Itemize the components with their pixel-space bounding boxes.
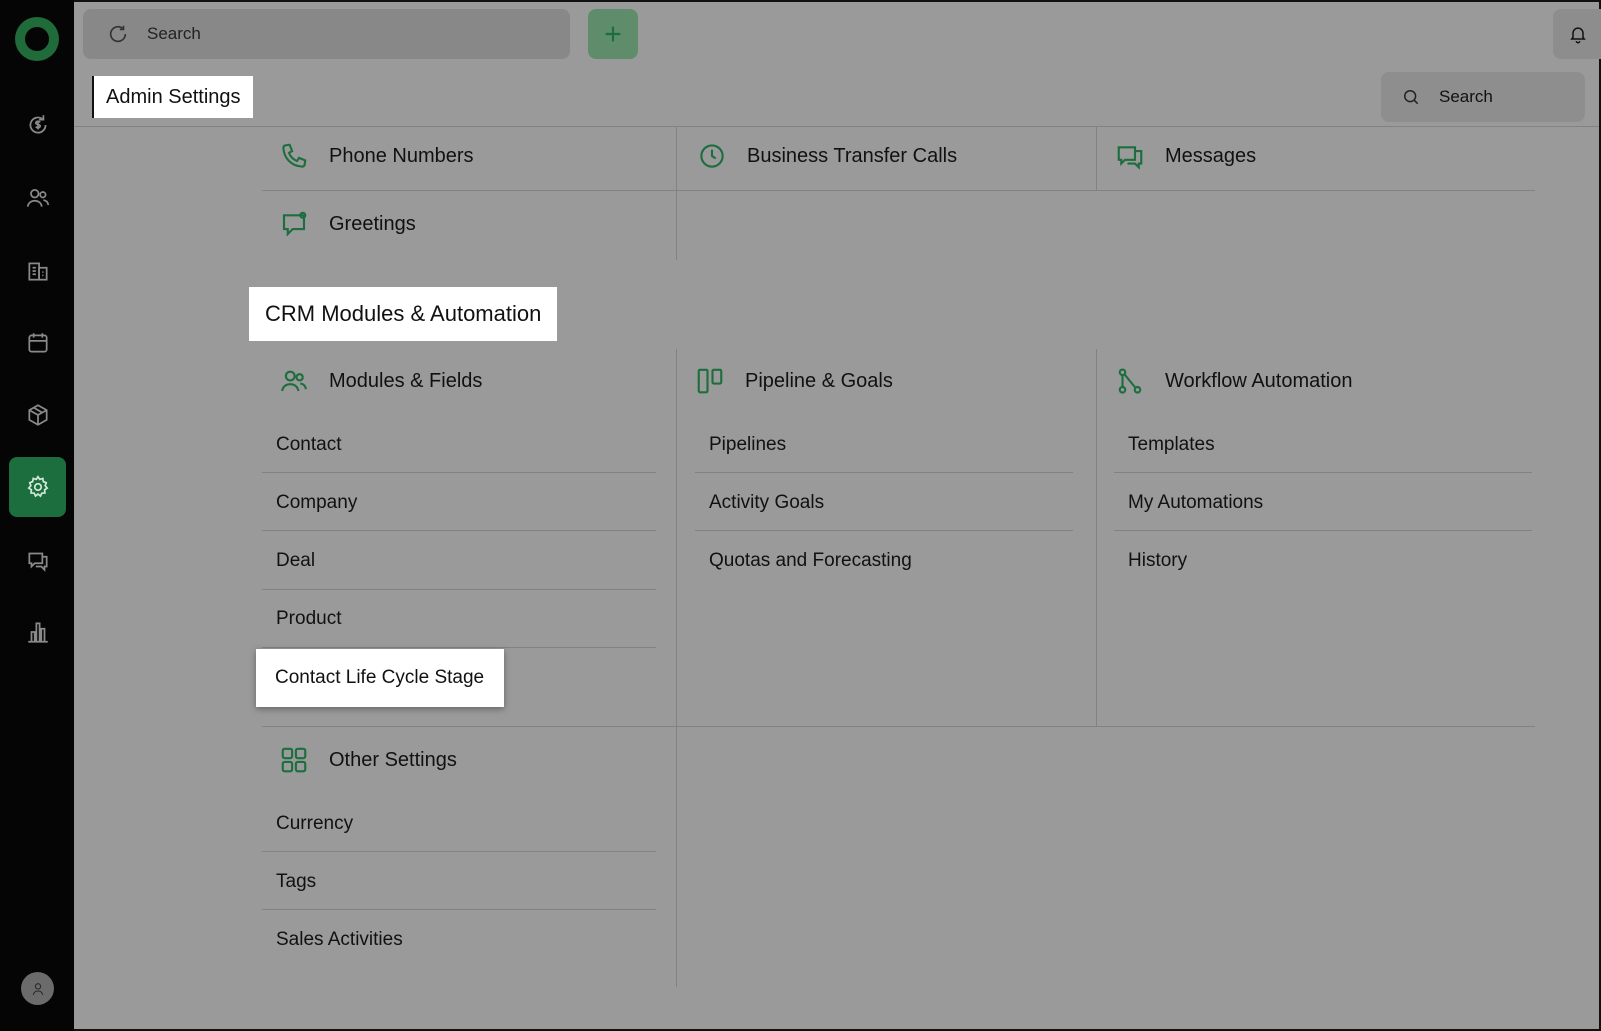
global-search-label: Search [147, 24, 201, 43]
modules-fields-heading[interactable]: Modules & Fields [279, 366, 482, 396]
pipeline-item-quotas-forecasting[interactable]: Quotas and Forecasting [709, 550, 912, 572]
greetings-label: Greetings [329, 212, 416, 235]
other-item-currency[interactable]: Currency [276, 813, 353, 835]
chat-bubbles-icon [27, 552, 48, 572]
row-divider [695, 472, 1073, 473]
modules-item-product[interactable]: Product [276, 608, 341, 630]
pipeline-item-pipelines[interactable]: Pipelines [709, 434, 786, 456]
crm-section-title: CRM Modules & Automation [249, 287, 558, 341]
settings-search-label: Search [1439, 87, 1493, 106]
add-button[interactable] [588, 9, 638, 59]
modules-item-contact[interactable]: Contact [276, 434, 341, 456]
building-icon [27, 262, 48, 281]
row-divider [262, 472, 656, 473]
search-refresh-icon [109, 25, 127, 43]
page-title: Admin Settings [92, 76, 253, 118]
other-settings-label: Other Settings [329, 748, 457, 771]
messages-icon [1117, 146, 1143, 170]
phone-numbers-link[interactable]: Phone Numbers [279, 141, 474, 171]
nav-calendar-button[interactable] [9, 313, 66, 373]
column-divider [676, 349, 677, 987]
plus-icon [605, 26, 621, 42]
nav-contacts-button[interactable] [9, 168, 66, 228]
workflow-item-history[interactable]: History [1128, 550, 1187, 572]
app-logo[interactable] [15, 17, 59, 61]
modules-item-deal[interactable]: Deal [276, 550, 315, 572]
column-divider [1096, 349, 1097, 727]
nav-messages-button[interactable] [9, 530, 66, 590]
nav-settings-button[interactable] [9, 457, 66, 517]
clock-icon [700, 144, 724, 168]
workflow-item-my-automations[interactable]: My Automations [1128, 492, 1263, 514]
workflow-automation-label: Workflow Automation [1165, 369, 1353, 392]
other-item-sales-activities[interactable]: Sales Activities [276, 929, 403, 951]
kanban-icon [697, 368, 723, 394]
business-transfer-calls-label: Business Transfer Calls [747, 144, 958, 167]
modules-fields-label: Modules & Fields [329, 369, 483, 392]
greetings-icon [282, 211, 307, 237]
settings-search-input[interactable]: Search [1381, 72, 1585, 122]
gear-icon [26, 475, 49, 498]
other-settings-heading[interactable]: Other Settings [279, 745, 457, 775]
row-divider [262, 909, 656, 910]
global-search-bar[interactable]: Search [83, 9, 570, 59]
pipeline-item-activity-goals[interactable]: Activity Goals [709, 492, 824, 514]
search-icon [1404, 90, 1419, 105]
row-divider [262, 647, 656, 648]
modules-item-company[interactable]: Company [276, 492, 357, 514]
nav-reports-button[interactable] [9, 602, 66, 662]
header-divider [74, 126, 1599, 127]
users-icon [281, 370, 307, 392]
row-divider [1114, 530, 1532, 531]
phone-icon [282, 143, 307, 168]
row-divider [1114, 472, 1532, 473]
workflow-automation-heading[interactable]: Workflow Automation [1115, 366, 1353, 396]
row-divider [262, 851, 656, 852]
column-divider [676, 127, 677, 260]
other-item-tags[interactable]: Tags [276, 871, 316, 893]
nav-companies-button[interactable] [9, 241, 66, 301]
user-icon [32, 982, 43, 995]
notifications-button[interactable] [1553, 9, 1601, 59]
messages-label: Messages [1165, 144, 1257, 167]
nav-sales-button[interactable] [9, 95, 66, 155]
grid-icon [281, 747, 307, 773]
pipeline-goals-heading[interactable]: Pipeline & Goals [695, 366, 893, 396]
workflow-icon [1118, 368, 1142, 394]
user-avatar[interactable] [21, 972, 54, 1005]
row-divider [695, 530, 1073, 531]
dollar-refresh-icon [29, 115, 46, 134]
row-divider [262, 589, 656, 590]
row-divider [262, 530, 656, 531]
pipeline-goals-label: Pipeline & Goals [745, 369, 893, 392]
greetings-link[interactable]: Greetings [279, 209, 416, 239]
workflow-item-templates[interactable]: Templates [1128, 434, 1215, 456]
column-divider [1096, 127, 1097, 190]
row-divider [262, 726, 1535, 727]
bell-icon [1570, 27, 1586, 44]
bar-chart-icon [27, 622, 48, 643]
messages-link[interactable]: Messages [1115, 141, 1256, 171]
business-transfer-calls-link[interactable]: Business Transfer Calls [697, 141, 957, 171]
users-icon [26, 189, 49, 207]
phone-numbers-label: Phone Numbers [329, 144, 474, 167]
left-nav-rail [0, 0, 74, 1031]
box-icon [27, 404, 48, 426]
calendar-icon [27, 333, 48, 353]
row-divider [262, 190, 1535, 191]
modules-item-contact-life-cycle-stage[interactable]: Contact Life Cycle Stage [256, 649, 505, 707]
nav-products-button[interactable] [9, 385, 66, 445]
